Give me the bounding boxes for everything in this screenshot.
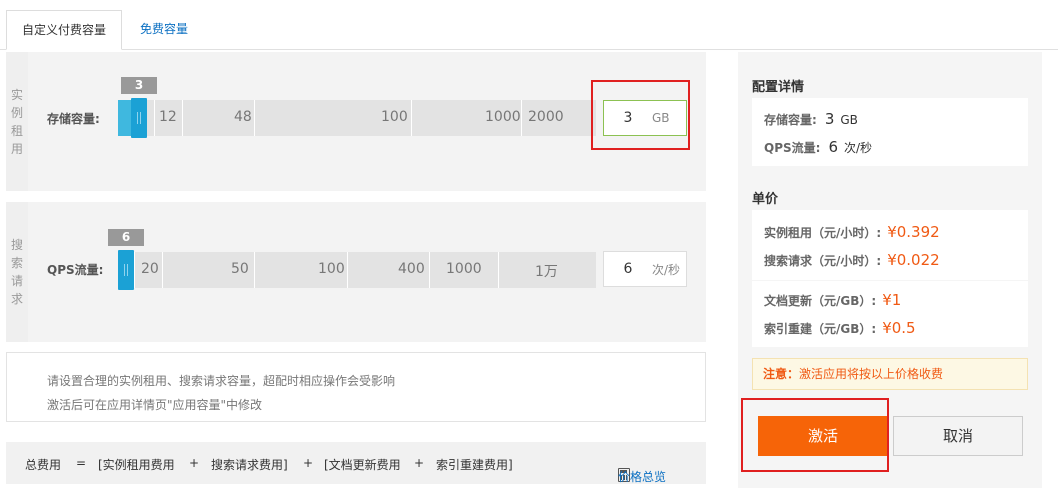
instance-price-row: 实例租用（元/小时）: ¥0.392: [764, 223, 940, 241]
qps-value-bubble: 6: [108, 229, 144, 246]
capacity-notes: 请设置合理的实例租用、搜索请求容量，超配时相应操作会受影响 激活后可在应用详情页…: [6, 352, 706, 422]
storage-value-bubble: 3: [121, 77, 157, 94]
storage-tick-segment[interactable]: 48: [182, 100, 254, 136]
qps-tick-segment[interactable]: 1万: [498, 252, 596, 288]
notes-line-2: 激活后可在应用详情页"应用容量"中修改: [47, 398, 263, 412]
qps-tick-segment[interactable]: 20: [134, 252, 162, 288]
qps-tick-segment[interactable]: 1000: [429, 252, 498, 288]
qps-tick-segment[interactable]: 100: [254, 252, 347, 288]
qps-tick-segment[interactable]: 400: [347, 252, 429, 288]
formula-part-instance: [实例租用费用: [98, 458, 175, 472]
reindex-price-row: 索引重建（元/GB）: ¥0.5: [764, 319, 916, 337]
config-qps-row: QPS流量: 6 次/秒: [764, 138, 873, 156]
qps-input-unit: 次/秒: [652, 262, 681, 277]
storage-tick-segment[interactable]: 12: [154, 100, 182, 136]
doc-update-price-row: 文档更新（元/GB）: ¥1: [764, 291, 902, 309]
qps-tick-label: 100: [318, 261, 345, 277]
storage-tick-label: 48: [234, 109, 252, 125]
activate-highlight-box: [741, 398, 889, 472]
search-price-row: 搜索请求（元/小时）: ¥0.022: [764, 251, 940, 269]
rental-price-card: 实例租用（元/小时）: ¥0.392 搜索请求（元/小时）: ¥0.022: [752, 210, 1028, 280]
tab-custom-capacity[interactable]: 自定义付费容量: [6, 10, 122, 50]
notes-line-1: 请设置合理的实例租用、搜索请求容量，超配时相应操作会受影响: [47, 374, 396, 388]
search-section-label: 搜 索 请 求: [6, 202, 28, 342]
tab-free-capacity[interactable]: 免费容量: [124, 10, 204, 50]
qps-input-value[interactable]: 6: [604, 261, 652, 277]
formula-plus: +: [303, 456, 314, 470]
qps-tick-segment[interactable]: 50: [162, 252, 254, 288]
tab-bar: 自定义付费容量 免费容量: [0, 0, 1058, 50]
config-details-card: 存储容量: 3 GB QPS流量: 6 次/秒: [752, 98, 1028, 166]
cancel-button[interactable]: 取消: [893, 416, 1023, 456]
qps-tick-label: 1000: [446, 261, 482, 277]
formula-part-doc: [文档更新费用: [324, 458, 401, 472]
cost-formula-bar: 总费用 = [实例租用费用 + 搜索请求费用] + [文档更新费用 + 索引重建…: [6, 442, 706, 484]
storage-tick-label: 2000: [528, 109, 564, 125]
storage-tick-label: 12: [159, 109, 177, 125]
storage-capacity-label: 存储容量:: [47, 112, 100, 126]
storage-tick-label: 1000: [485, 109, 521, 125]
config-details-title: 配置详情: [752, 80, 805, 95]
unit-price-title: 单价: [752, 192, 779, 207]
storage-slider-track[interactable]: 12 48 100 1000 2000: [118, 98, 596, 138]
storage-tick-segment[interactable]: 100: [254, 100, 411, 136]
qps-label: QPS流量:: [47, 263, 104, 277]
storage-highlight-box: [591, 80, 690, 150]
storage-tick-segment[interactable]: 2000: [521, 100, 596, 136]
storage-tick-segment[interactable]: 1000: [411, 100, 521, 136]
qps-tick-label: 20: [141, 261, 159, 277]
pricing-notice: 注意：激活应用将按以上价格收费: [752, 358, 1028, 390]
qps-tick-label: 400: [398, 261, 425, 277]
storage-tick-label: 100: [381, 109, 408, 125]
qps-slider-track[interactable]: 20 50 100 400 1000 1万: [118, 250, 596, 290]
formula-equals: =: [76, 456, 87, 470]
formula-total: 总费用: [25, 458, 62, 472]
search-request-panel: 搜 索 请 求 QPS流量: 6 20 50 100 400 1000 1万 6…: [6, 202, 706, 342]
config-storage-row: 存储容量: 3 GB: [764, 110, 858, 128]
formula-plus: +: [414, 456, 425, 470]
qps-slider-handle[interactable]: [118, 250, 134, 290]
qps-tick-label: 50: [231, 261, 249, 277]
formula-plus: +: [189, 456, 200, 470]
usage-price-card: 文档更新（元/GB）: ¥1 索引重建（元/GB）: ¥0.5: [752, 281, 1028, 347]
qps-tick-label: 1万: [535, 264, 558, 280]
instance-section-label: 实 例 租 用: [6, 52, 28, 191]
formula-part-reindex: 索引重建费用]: [436, 458, 513, 472]
price-overview-label: 价格总览: [618, 470, 667, 484]
formula-part-search: 搜索请求费用]: [211, 458, 288, 472]
storage-slider-handle[interactable]: [131, 98, 147, 138]
qps-input[interactable]: 6 次/秒: [603, 251, 687, 287]
